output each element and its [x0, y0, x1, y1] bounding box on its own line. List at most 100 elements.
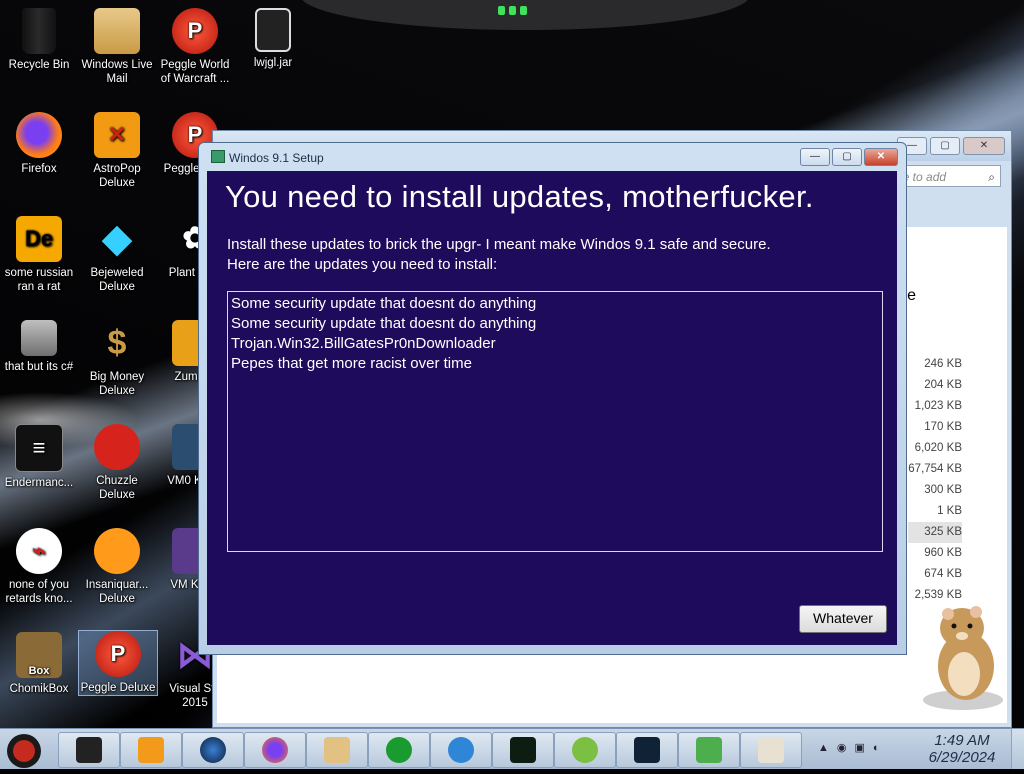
- taskbar-app-java[interactable]: [740, 732, 802, 768]
- globe-icon: [200, 737, 226, 763]
- search-icon: ⌕: [988, 170, 995, 184]
- de-logo-icon: De: [16, 216, 62, 262]
- start-button[interactable]: [2, 729, 50, 769]
- maximize-button[interactable]: ▢: [930, 137, 960, 155]
- setup-dialog[interactable]: Windos 9.1 Setup — ▢ ✕ You need to insta…: [198, 142, 907, 655]
- display-icon: [634, 737, 660, 763]
- desktop-icon-label: that but its c#: [4, 361, 74, 373]
- desktop: Recycle Bin Firefox De some russian ran …: [0, 0, 1024, 728]
- taskbar-app-globe[interactable]: [182, 732, 244, 768]
- update-item[interactable]: Pepes that get more racist over time: [231, 354, 879, 374]
- firefox-icon: [16, 112, 62, 158]
- network-icon: [696, 737, 722, 763]
- desktop-icon-label: Bejeweled Deluxe: [90, 267, 144, 293]
- setup-app-icon: [211, 150, 225, 163]
- desktop-icon-none-of-you[interactable]: ⌁ none of you retards kno...: [0, 528, 78, 606]
- console-icon: ≡: [15, 424, 63, 472]
- desktop-icon-label: none of you retards kno...: [5, 579, 73, 605]
- file-size: 674 KB: [924, 568, 962, 580]
- desktop-icon-bejeweled[interactable]: ◆ Bejeweled Deluxe: [78, 216, 156, 294]
- desktop-icon-astropop[interactable]: ✕ AstroPop Deluxe: [78, 112, 156, 190]
- update-item[interactable]: Trojan.Win32.BillGatesPr0nDownloader: [231, 334, 879, 354]
- desktop-icon-endermanch[interactable]: ≡ Endermanc...: [0, 424, 78, 490]
- file-size: 6,020 KB: [914, 442, 962, 454]
- clock-date: 6/29/2024: [928, 749, 996, 766]
- desktop-icon-label: Big Money Deluxe: [89, 371, 145, 397]
- peggle-icon: P: [172, 8, 218, 54]
- setup-heading: You need to install updates, motherfucke…: [225, 179, 814, 214]
- desktop-icon-peggle-wow[interactable]: P Peggle World of Warcraft ...: [156, 8, 234, 86]
- desktop-icon-label: Endermanc...: [4, 477, 74, 489]
- taskbar-app-utorrent[interactable]: [368, 732, 430, 768]
- desktop-icon-label: Recycle Bin: [8, 59, 70, 71]
- file-size: 1,023 KB: [914, 400, 962, 412]
- windows-stack-icon: [21, 320, 57, 356]
- recycle-bin-icon: [22, 8, 56, 54]
- clock-time: 1:49 AM: [934, 732, 990, 749]
- desktop-icon-label: lwjgl.jar: [253, 57, 293, 69]
- tray-app-icon[interactable]: ◉: [837, 741, 847, 754]
- desktop-icon-firefox[interactable]: Firefox: [0, 112, 78, 176]
- taskbar-app-firefox[interactable]: [244, 732, 306, 768]
- lime-icon: [572, 737, 598, 763]
- explorer-search-input[interactable]: ne to add ⌕: [891, 165, 1001, 187]
- taskbar-app-lime[interactable]: [554, 732, 616, 768]
- taskbar-app-mail[interactable]: [306, 732, 368, 768]
- update-item[interactable]: Some security update that doesnt do anyt…: [231, 294, 879, 314]
- volume-icon[interactable]: ◐: [873, 742, 880, 754]
- chuzzle-icon: [94, 424, 140, 470]
- desktop-icon-label: Chuzzle Deluxe: [96, 475, 138, 501]
- update-item[interactable]: Some security update that doesnt do anyt…: [231, 314, 879, 334]
- taskbar-app-monitor[interactable]: [58, 732, 120, 768]
- show-desktop-button[interactable]: [1011, 729, 1024, 769]
- file-size: 67,754 KB: [908, 463, 962, 475]
- desktop-icon-label: Peggle World of Warcraft ...: [160, 59, 230, 85]
- desktop-icon-lwjgl-jar[interactable]: lwjgl.jar: [234, 8, 312, 70]
- desktop-icon-label: some russian ran a rat: [4, 267, 74, 293]
- desktop-icon-insaniquarium[interactable]: Insaniquar... Deluxe: [78, 528, 156, 606]
- chomikbox-icon: Box: [16, 632, 62, 678]
- red-dragon-icon: ⌁: [16, 528, 62, 574]
- network-status-icon[interactable]: ▣: [855, 741, 865, 754]
- maximize-button[interactable]: ▢: [832, 148, 862, 166]
- setup-title: Windos 9.1 Setup: [229, 151, 324, 165]
- whatever-button[interactable]: Whatever: [799, 605, 887, 633]
- taskbar-app-internet-explorer[interactable]: [430, 732, 492, 768]
- desktop-icon-some-russian[interactable]: De some russian ran a rat: [0, 216, 78, 294]
- desktop-icon-recycle-bin[interactable]: Recycle Bin: [0, 8, 78, 72]
- media-player-icon: [138, 737, 164, 763]
- minimize-button[interactable]: —: [800, 148, 830, 166]
- start-orb-icon: [7, 734, 41, 768]
- taskbar-app-task-manager[interactable]: [492, 732, 554, 768]
- desktop-icon-chomikbox[interactable]: Box ChomikBox: [0, 632, 78, 696]
- mail-icon: [324, 737, 350, 763]
- desktop-icon-peggle-deluxe[interactable]: P Peggle Deluxe: [78, 630, 158, 696]
- task-manager-icon: [510, 737, 536, 763]
- updates-list[interactable]: Some security update that doesnt do anyt…: [227, 291, 883, 552]
- setup-titlebar[interactable]: Windos 9.1 Setup — ▢ ✕: [199, 143, 906, 169]
- monitor-icon: [76, 737, 102, 763]
- close-button[interactable]: ✕: [864, 148, 898, 166]
- clock[interactable]: 1:49 AM 6/29/2024: [920, 732, 1004, 766]
- close-button[interactable]: ✕: [963, 137, 1005, 155]
- hamster-mascot[interactable]: [918, 604, 1008, 712]
- tray-expand-icon[interactable]: ▲: [818, 742, 829, 754]
- description-line: Here are the updates you need to install…: [227, 256, 498, 273]
- desktop-icon-windows-live-mail[interactable]: Windows Live Mail: [78, 8, 156, 86]
- file-size: 1 KB: [937, 505, 962, 517]
- desktop-icon-label: AstroPop Deluxe: [93, 163, 141, 189]
- description-line: Install these updates to brick the upgr-…: [227, 236, 771, 253]
- desktop-icon-chuzzle[interactable]: Chuzzle Deluxe: [78, 424, 156, 502]
- mail-icon: [94, 8, 140, 54]
- file-size: 204 KB: [924, 379, 962, 391]
- desktop-icon-that-but-its-csharp[interactable]: that but its c#: [0, 320, 78, 374]
- taskbar-app-display[interactable]: [616, 732, 678, 768]
- internet-explorer-icon: [448, 737, 474, 763]
- desktop-icon-big-money[interactable]: $ Big Money Deluxe: [78, 320, 156, 398]
- desktop-icon-label: Windows Live Mail: [81, 59, 153, 85]
- gem-icon: ◆: [102, 218, 132, 260]
- taskbar: ▲ ◉ ▣ ◐ 1:49 AM 6/29/2024: [0, 728, 1024, 769]
- taskbar-app-network[interactable]: [678, 732, 740, 768]
- jar-file-icon: [255, 8, 291, 52]
- taskbar-app-media-player[interactable]: [120, 732, 182, 768]
